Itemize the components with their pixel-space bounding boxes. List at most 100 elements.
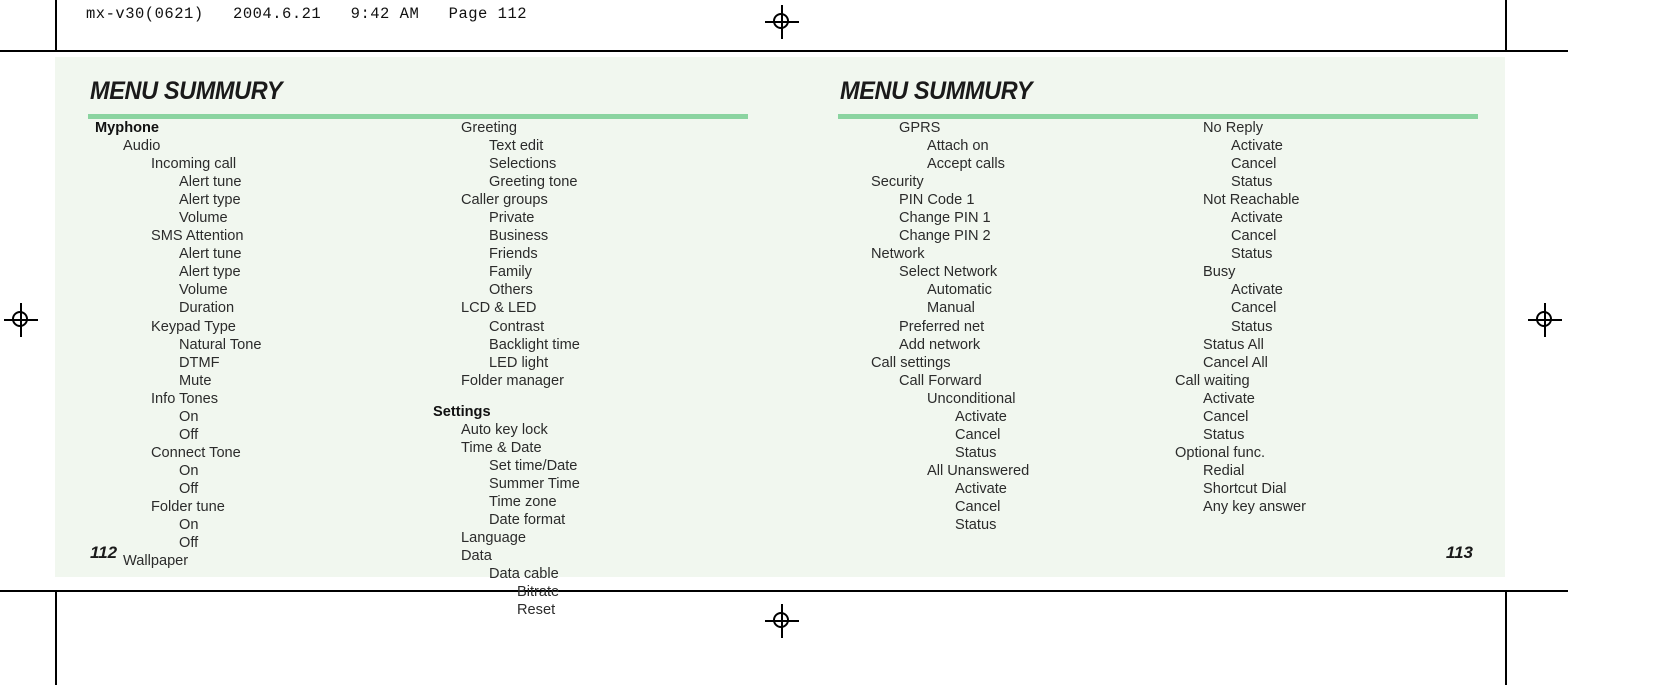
menu-column-left-1: Myphone Audio Incoming call Alert tune Alert… (95, 119, 375, 570)
crop-mark-right-vertical-bottom (1505, 592, 1507, 685)
menu-item: Activate (1231, 138, 1283, 155)
menu-item: Optional func. (1175, 444, 1266, 461)
page-title-left: MENU SUMMURY (90, 77, 283, 105)
crop-mark-bottom-horizontal (0, 590, 1568, 592)
menu-item: Shortcut Dial (1203, 480, 1287, 497)
menu-item: Set time/Date (489, 457, 578, 474)
menu-item: Add network (899, 336, 981, 353)
menu-item: Unconditional (927, 390, 1016, 407)
menu-item: Volume (179, 210, 228, 227)
menu-item: Greeting tone (489, 174, 578, 191)
menu-item: Preferred net (899, 318, 985, 335)
menu-item: Select Network (899, 264, 998, 281)
menu-item: Audio (123, 138, 161, 155)
menu-item: Call waiting (1175, 372, 1250, 389)
page-right: MENU SUMMURY GPRS Attach on Accept calls Se… (805, 57, 1505, 577)
page-title-right: MENU SUMMURY (840, 77, 1033, 105)
menu-item: Automatic (927, 282, 992, 299)
menu-item: Caller groups (461, 192, 548, 209)
menu-item: Mute (179, 372, 212, 389)
menu-item: Greeting (461, 120, 517, 136)
menu-item: Accept calls (927, 156, 1005, 173)
menu-item: Business (489, 228, 549, 245)
menu-item: Folder tune (151, 498, 225, 515)
menu-item: Status (1231, 318, 1273, 335)
menu-item: Selections (489, 156, 557, 173)
menu-item: Others (489, 282, 533, 299)
menu-item: Call settings (871, 354, 951, 371)
menu-item: Private (489, 210, 535, 227)
menu-item: Summer Time (489, 475, 580, 492)
menu-item: Reset (517, 602, 556, 619)
print-job-header: mx-v30(0621) 2004.6.21 9:42 AM Page 112 (86, 5, 528, 23)
menu-item: SMS Attention (151, 228, 244, 245)
menu-item: Backlight time (489, 336, 580, 353)
menu-item: Connect Tone (151, 444, 241, 461)
menu-item: Date format (489, 511, 566, 528)
menu-item: Natural Tone (179, 336, 262, 353)
registration-mark-top (765, 5, 799, 39)
menu-item: Cancel (1231, 156, 1277, 173)
menu-item: Status (955, 444, 997, 461)
menu-item: Change PIN 2 (899, 228, 991, 245)
menu-item: Contrast (489, 318, 545, 335)
menu-group-heading: Myphone (95, 120, 160, 136)
menu-item: Activate (955, 408, 1007, 425)
menu-item: Network (871, 246, 925, 263)
menu-item: Duration (179, 300, 235, 317)
crop-mark-right-vertical (1505, 0, 1507, 50)
menu-item: Data (461, 548, 492, 565)
menu-item: Data cable (489, 566, 559, 583)
menu-item: Cancel (955, 426, 1001, 443)
menu-item: Family (489, 264, 532, 281)
menu-item: Wallpaper (123, 553, 189, 570)
menu-item: Auto key lock (461, 421, 548, 438)
menu-item: Off (179, 535, 199, 552)
menu-item: Text edit (489, 138, 544, 155)
registration-mark-bottom (765, 604, 799, 638)
menu-item: Cancel (1231, 228, 1277, 245)
menu-item: Status (1231, 246, 1273, 263)
menu-item: Manual (927, 300, 975, 317)
menu-item: No Reply (1203, 120, 1264, 136)
menu-item: Alert type (179, 264, 241, 281)
menu-item: Off (179, 426, 199, 443)
menu-column-right-2: No Reply Activate Cancel Status Not Reachabl… (1175, 119, 1465, 516)
menu-column-left-2: Greeting Text edit Selections Greeting tone… (433, 119, 723, 619)
menu-item: GPRS (899, 120, 941, 136)
menu-item: Any key answer (1203, 498, 1307, 515)
registration-mark-left (4, 303, 38, 337)
menu-item: Time zone (489, 493, 557, 510)
crop-mark-left-vertical (55, 0, 57, 50)
menu-item: Status (1203, 426, 1245, 443)
menu-item: Bitrate (517, 584, 560, 601)
menu-item: Volume (179, 282, 228, 299)
menu-item: Language (461, 530, 526, 547)
menu-item: Incoming call (151, 156, 237, 173)
menu-item: Security (871, 174, 924, 191)
menu-item: Folder manager (461, 372, 565, 389)
menu-item: DTMF (179, 354, 220, 371)
menu-item: PIN Code 1 (899, 192, 975, 209)
menu-item: Cancel All (1203, 354, 1268, 371)
menu-item: Cancel (1203, 408, 1249, 425)
menu-item: Alert tune (179, 246, 242, 263)
menu-item: Status (955, 517, 997, 534)
menu-item: Time & Date (461, 439, 542, 456)
menu-item: Busy (1203, 264, 1236, 281)
folio-left: 112 (90, 543, 118, 562)
menu-item: Alert tune (179, 174, 242, 191)
menu-item: Status (1231, 174, 1273, 191)
menu-item: Alert type (179, 192, 241, 209)
crop-mark-left-vertical-bottom (55, 592, 57, 685)
menu-item: Off (179, 480, 199, 497)
menu-item: Friends (489, 246, 538, 263)
menu-item: On (179, 408, 199, 425)
menu-item: Change PIN 1 (899, 210, 991, 227)
menu-column-right-1: GPRS Attach on Accept calls Security PIN Cod… (843, 119, 1118, 534)
menu-item: Status All (1203, 336, 1264, 353)
menu-item: Call Forward (899, 372, 982, 389)
menu-item: Activate (1231, 282, 1283, 299)
menu-item: Cancel (1231, 300, 1277, 317)
menu-item: Activate (955, 480, 1007, 497)
